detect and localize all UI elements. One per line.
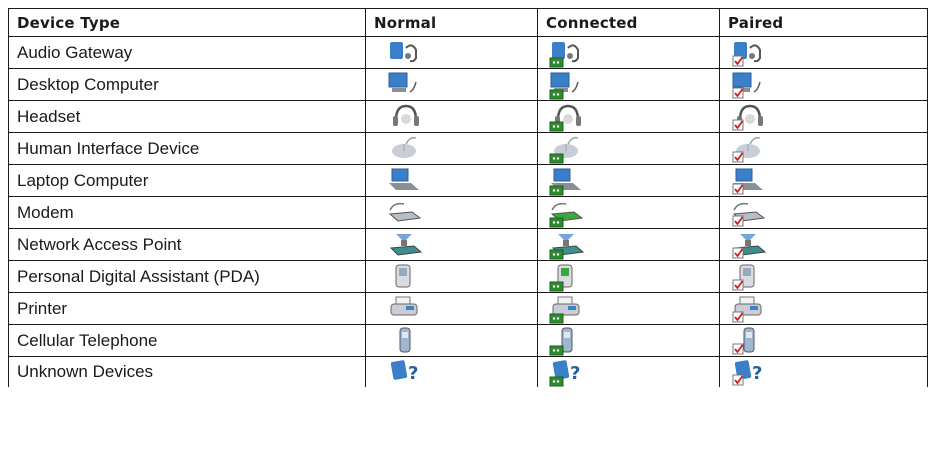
- normal-icon-cell: [365, 324, 538, 357]
- table-row: Modem: [8, 196, 928, 229]
- modem-icon: [730, 198, 770, 228]
- device-icon-table: Device Type Normal Connected Paired Audi…: [8, 8, 928, 387]
- cell-phone-icon: [730, 326, 770, 356]
- headset-icon: [548, 102, 588, 132]
- header-paired: Paired: [719, 8, 928, 37]
- paired-icon-cell: [719, 68, 928, 101]
- network-access-point-icon: [386, 230, 426, 260]
- mouse-icon: [548, 134, 588, 164]
- desktop-computer-icon: [730, 70, 770, 100]
- modem-icon: [548, 198, 588, 228]
- device-type-cell: Modem: [8, 196, 366, 229]
- cell-phone-icon: [386, 326, 426, 356]
- normal-icon-cell: [365, 260, 538, 293]
- unknown-device-icon: ?: [730, 357, 770, 387]
- normal-icon-cell: [365, 132, 538, 165]
- table-row: Audio Gateway: [8, 36, 928, 69]
- normal-icon-cell: ?: [365, 356, 538, 387]
- svg-text:?: ?: [570, 363, 580, 384]
- connected-icon-cell: [537, 228, 720, 261]
- connected-icon-cell: [537, 260, 720, 293]
- paired-icon-cell: [719, 164, 928, 197]
- mouse-icon: [730, 134, 770, 164]
- paired-icon-cell: [719, 260, 928, 293]
- header-normal: Normal: [365, 8, 538, 37]
- page: Device Type Normal Connected Paired Audi…: [0, 0, 937, 457]
- connected-icon-cell: [537, 164, 720, 197]
- paired-icon-cell: [719, 100, 928, 133]
- desktop-computer-icon: [386, 70, 426, 100]
- device-type-cell: Headset: [8, 100, 366, 133]
- paired-icon-cell: [719, 36, 928, 69]
- table-row: Unknown Devices???: [8, 356, 928, 387]
- laptop-icon: [386, 166, 426, 196]
- unknown-device-icon: ?: [386, 357, 426, 387]
- printer-icon: [730, 294, 770, 324]
- normal-icon-cell: [365, 68, 538, 101]
- connected-icon-cell: ?: [537, 356, 720, 387]
- unknown-device-icon: ?: [548, 357, 588, 387]
- paired-icon-cell: [719, 132, 928, 165]
- connected-icon-cell: [537, 324, 720, 357]
- connected-icon-cell: [537, 196, 720, 229]
- table-row: Network Access Point: [8, 228, 928, 261]
- laptop-icon: [730, 166, 770, 196]
- normal-icon-cell: [365, 292, 538, 325]
- paired-icon-cell: ?: [719, 356, 928, 387]
- audio-gateway-icon: [386, 38, 426, 68]
- device-type-cell: Personal Digital Assistant (PDA): [8, 260, 366, 293]
- audio-gateway-icon: [730, 38, 770, 68]
- mouse-icon: [386, 134, 426, 164]
- normal-icon-cell: [365, 228, 538, 261]
- device-type-cell: Printer: [8, 292, 366, 325]
- table-row: Laptop Computer: [8, 164, 928, 197]
- cell-phone-icon: [548, 326, 588, 356]
- paired-icon-cell: [719, 228, 928, 261]
- headset-icon: [730, 102, 770, 132]
- connected-icon-cell: [537, 100, 720, 133]
- table-row: Personal Digital Assistant (PDA): [8, 260, 928, 293]
- table-row: Printer: [8, 292, 928, 325]
- table-row: Desktop Computer: [8, 68, 928, 101]
- device-type-cell: Laptop Computer: [8, 164, 366, 197]
- modem-icon: [386, 198, 426, 228]
- header-device-type: Device Type: [8, 8, 366, 37]
- device-type-cell: Desktop Computer: [8, 68, 366, 101]
- network-access-point-icon: [548, 230, 588, 260]
- normal-icon-cell: [365, 100, 538, 133]
- network-access-point-icon: [730, 230, 770, 260]
- table-row: Human Interface Device: [8, 132, 928, 165]
- device-type-cell: Human Interface Device: [8, 132, 366, 165]
- pda-icon: [548, 262, 588, 292]
- connected-icon-cell: [537, 292, 720, 325]
- paired-icon-cell: [719, 292, 928, 325]
- headset-icon: [386, 102, 426, 132]
- device-type-cell: Audio Gateway: [8, 36, 366, 69]
- pda-icon: [730, 262, 770, 292]
- table-row: Cellular Telephone: [8, 324, 928, 357]
- svg-text:?: ?: [408, 363, 418, 384]
- device-type-cell: Network Access Point: [8, 228, 366, 261]
- printer-icon: [386, 294, 426, 324]
- normal-icon-cell: [365, 164, 538, 197]
- connected-icon-cell: [537, 36, 720, 69]
- paired-icon-cell: [719, 324, 928, 357]
- connected-icon-cell: [537, 68, 720, 101]
- device-type-cell: Cellular Telephone: [8, 324, 366, 357]
- printer-icon: [548, 294, 588, 324]
- header-connected: Connected: [537, 8, 720, 37]
- paired-icon-cell: [719, 196, 928, 229]
- device-type-cell: Unknown Devices: [8, 356, 366, 387]
- normal-icon-cell: [365, 36, 538, 69]
- svg-text:?: ?: [752, 363, 762, 384]
- normal-icon-cell: [365, 196, 538, 229]
- connected-icon-cell: [537, 132, 720, 165]
- table-row: Headset: [8, 100, 928, 133]
- pda-icon: [386, 262, 426, 292]
- laptop-icon: [548, 166, 588, 196]
- desktop-computer-icon: [548, 70, 588, 100]
- audio-gateway-icon: [548, 38, 588, 68]
- header-row: Device Type Normal Connected Paired: [8, 8, 928, 37]
